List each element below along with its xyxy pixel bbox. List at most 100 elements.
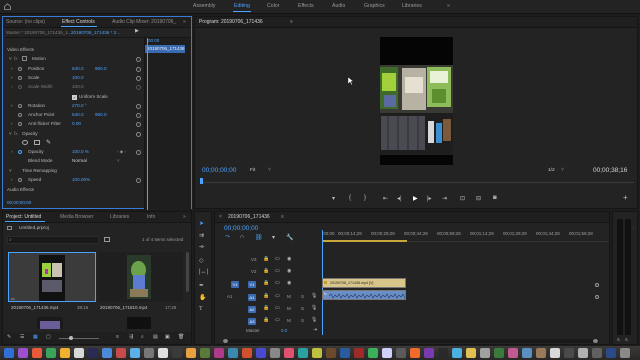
opacity-value[interactable]: 100.0 %	[72, 149, 89, 154]
transform-icon[interactable]	[22, 56, 27, 61]
app-icon[interactable]	[592, 348, 602, 358]
mark-in-icon[interactable]: {	[349, 195, 351, 201]
zoom-slider[interactable]	[59, 336, 99, 340]
app-icon[interactable]	[536, 348, 546, 358]
play-icon[interactable]: ▶	[413, 195, 418, 202]
selection-tool-icon[interactable]: ➤	[199, 220, 204, 227]
mark-out-icon[interactable]: }	[364, 195, 366, 201]
app-icon[interactable]	[116, 348, 126, 358]
master-volume-value[interactable]: 0.0	[281, 328, 287, 333]
solo-right-button[interactable]: S	[625, 337, 628, 342]
app-icon[interactable]	[130, 348, 140, 358]
project-search-input[interactable]: ⌕	[7, 236, 99, 244]
workspace-tab-assembly[interactable]: Assembly	[193, 3, 216, 9]
app-icon[interactable]	[606, 348, 616, 358]
app-icon[interactable]	[396, 348, 406, 358]
position-y-value[interactable]: 960.0	[95, 66, 107, 71]
stopwatch-icon[interactable]	[18, 178, 22, 182]
add-marker-icon[interactable]: ▾	[272, 234, 275, 241]
microphone-icon[interactable]: 🎙	[311, 293, 317, 299]
track-target-v1[interactable]: V1	[248, 281, 256, 288]
reset-anchor-icon[interactable]	[136, 113, 141, 118]
timeline-timecode[interactable]: 00;00;00;00	[224, 225, 258, 232]
resolution-select[interactable]: 1/2	[548, 168, 555, 173]
app-icon[interactable]	[242, 348, 252, 358]
app-icon[interactable]	[452, 348, 462, 358]
eye-icon[interactable]: ◉	[287, 280, 291, 286]
timeline-close-icon[interactable]: ×	[219, 214, 222, 220]
icon-view-icon[interactable]: ▦	[33, 334, 38, 340]
mute-button[interactable]: M	[287, 318, 291, 323]
workspace-more-button[interactable]: »	[447, 3, 450, 9]
solo-left-button[interactable]: S	[617, 337, 620, 342]
sync-lock-icon[interactable]: ▭	[275, 256, 280, 262]
reset-opacity-icon[interactable]	[136, 150, 141, 155]
lift-icon[interactable]: ⊡	[460, 195, 465, 202]
source-patch-v1[interactable]: V1	[231, 281, 239, 288]
zoom-fit-select[interactable]: Fit	[250, 168, 255, 173]
app-icon[interactable]	[410, 348, 420, 358]
track-height-handle[interactable]	[595, 283, 599, 287]
pencil-icon[interactable]: ✎	[7, 334, 11, 340]
timeline-ruler[interactable]: ;00;00 00;00;14;29 00;00;29;29 00;00;44;…	[322, 230, 609, 242]
stopwatch-icon[interactable]	[18, 122, 22, 126]
program-monitor-title[interactable]: Program: 20190706_171436	[199, 19, 263, 25]
sync-lock-icon[interactable]: ▭	[275, 305, 280, 311]
app-icon[interactable]	[466, 348, 476, 358]
mini-timeline-clip[interactable]: 20190706_171436	[145, 45, 185, 53]
list-view-icon[interactable]: ☰	[20, 334, 24, 340]
program-menu-icon[interactable]: ≡	[290, 19, 293, 25]
pen-mask-icon[interactable]: ✎	[46, 139, 51, 146]
reset-opacity-section-icon[interactable]	[136, 132, 141, 137]
app-icon[interactable]	[18, 348, 28, 358]
stopwatch-active-icon[interactable]	[18, 150, 22, 154]
home-icon[interactable]	[4, 3, 11, 10]
scroll-handle-right[interactable]	[593, 339, 598, 343]
track-height-handle[interactable]	[595, 295, 599, 299]
find-icon[interactable]: ⌕	[141, 334, 144, 340]
lock-icon[interactable]: 🔒	[263, 317, 269, 323]
app-icon[interactable]	[200, 348, 210, 358]
project-scrollbar[interactable]	[186, 252, 189, 292]
step-back-icon[interactable]: ◂|	[397, 195, 402, 202]
app-icon[interactable]	[354, 348, 364, 358]
app-icon[interactable]	[186, 348, 196, 358]
trash-icon[interactable]	[620, 348, 630, 358]
solo-button[interactable]: S	[301, 294, 304, 299]
reset-scale-icon[interactable]	[136, 76, 141, 81]
chevron-down-icon[interactable]: ˅	[268, 167, 271, 173]
mini-playhead[interactable]	[147, 38, 148, 210]
app-icon[interactable]	[32, 348, 42, 358]
lock-icon[interactable]: 🔒	[263, 280, 269, 286]
scale-value[interactable]: 100.0	[72, 75, 84, 80]
timeline-menu-icon[interactable]: ≡	[281, 214, 284, 220]
workspace-tab-graphics[interactable]: Graphics	[364, 3, 385, 9]
chevron-down-icon[interactable]: ˅	[561, 167, 564, 173]
new-item-icon[interactable]: ▣	[165, 334, 170, 340]
rotation-value[interactable]: 270.0 °	[72, 103, 87, 108]
app-icon[interactable]	[522, 348, 532, 358]
app-icon[interactable]	[508, 348, 518, 358]
lock-icon[interactable]: 🔒	[263, 256, 269, 262]
go-to-out-icon[interactable]: ⇥	[442, 195, 447, 202]
eye-icon[interactable]: ◉	[287, 256, 291, 262]
track-target-a3[interactable]: A3	[248, 318, 256, 325]
antiflicker-value[interactable]: 0.00	[72, 121, 81, 126]
new-bin-icon[interactable]: ▤	[153, 334, 158, 340]
workspace-tab-libraries[interactable]: Libraries	[402, 3, 422, 9]
stopwatch-icon[interactable]	[18, 76, 22, 80]
reset-antiflicker-icon[interactable]	[136, 122, 141, 127]
expand-icon[interactable]: ˅	[9, 131, 12, 136]
app-icon[interactable]	[284, 348, 294, 358]
app-icon[interactable]	[424, 348, 434, 358]
hand-tool-icon[interactable]: ✋	[199, 294, 206, 301]
mute-button[interactable]: M	[287, 306, 291, 311]
lock-icon[interactable]: 🔒	[263, 305, 269, 311]
app-icon[interactable]	[144, 348, 154, 358]
microphone-icon[interactable]: 🎙	[311, 317, 317, 323]
workspace-tab-effects[interactable]: Effects	[298, 3, 314, 9]
solo-button[interactable]: S	[301, 318, 304, 323]
video-clip[interactable]: 20190706_171436.mp4 [V]	[322, 278, 406, 288]
workspace-tab-editing[interactable]: Editing	[234, 3, 250, 9]
tab-source[interactable]: Source: (no clips)	[6, 19, 45, 25]
